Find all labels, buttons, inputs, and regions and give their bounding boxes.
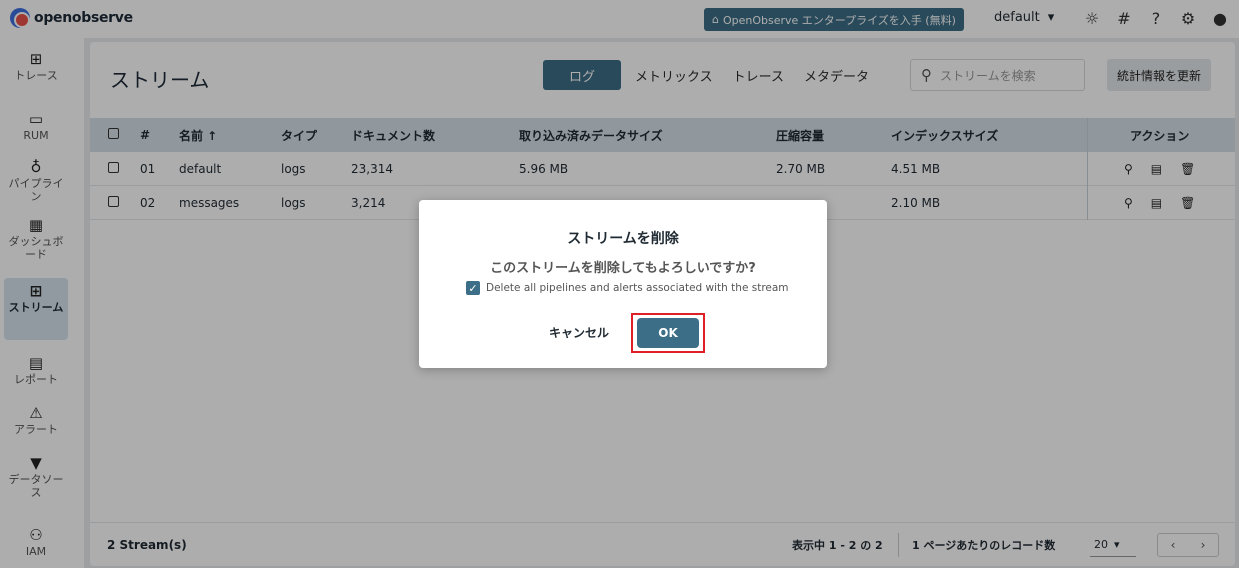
ok-highlight-frame: OK bbox=[631, 313, 705, 353]
delete-associated-checkbox[interactable]: ✓ Delete all pipelines and alerts associ… bbox=[466, 281, 789, 295]
checkbox-label: Delete all pipelines and alerts associat… bbox=[486, 282, 789, 294]
dialog-title: ストリームを削除 bbox=[567, 231, 679, 247]
checkmark-icon: ✓ bbox=[466, 281, 480, 295]
delete-stream-dialog: ストリームを削除 このストリームを削除してもよろしいですか? ✓ Delete … bbox=[419, 200, 827, 368]
cancel-button[interactable]: キャンセル bbox=[549, 324, 609, 341]
ok-button[interactable]: OK bbox=[637, 318, 699, 348]
dialog-message: このストリームを削除してもよろしいですか? bbox=[490, 261, 756, 276]
